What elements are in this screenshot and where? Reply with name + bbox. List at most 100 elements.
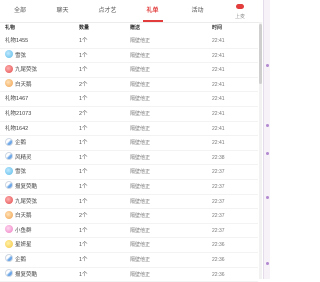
row-gift-name: 风精灵 — [15, 155, 32, 161]
row-gift: 企鹅 — [5, 253, 26, 267]
row-gift-name: 白天鹅 — [15, 213, 32, 219]
table-header: 礼物 数量 赠送 时间 — [0, 22, 258, 34]
row-time: 22:36 — [212, 253, 225, 267]
row-qty: 1个 — [79, 49, 88, 63]
tab-talent[interactable]: 点才艺 — [85, 0, 130, 22]
row-gift-name: 九尾荧弦 — [15, 67, 37, 73]
row-giver[interactable]: 隔壁他正 — [130, 224, 150, 238]
mic-badge-icon — [236, 4, 244, 9]
table-row: 报复荧酷1个隔壁他正22:37 — [0, 180, 258, 195]
row-giver[interactable]: 隔壁他正 — [130, 78, 150, 92]
row-giver[interactable]: 隔壁他正 — [130, 151, 150, 165]
row-giver[interactable]: 隔壁他正 — [130, 180, 150, 194]
row-time: 22:37 — [212, 165, 225, 179]
row-time: 22:41 — [212, 63, 225, 77]
scrollbar[interactable] — [259, 22, 262, 279]
tab-bar: 全部 聊天 点才艺 礼单 活动 上麦 — [0, 0, 262, 23]
stick-gift-icon — [5, 254, 13, 262]
row-time: 22:36 — [212, 238, 225, 252]
side-dot — [266, 196, 269, 199]
row-qty: 2个 — [79, 78, 88, 92]
row-time: 22:41 — [212, 78, 225, 92]
row-gift: 白天鹅 — [5, 209, 32, 223]
row-gift-name: 雪弦 — [15, 53, 26, 59]
side-dot — [266, 64, 269, 67]
row-giver[interactable]: 隔壁他正 — [130, 49, 150, 63]
table-row: 礼物14551个隔壁他正22:41 — [0, 34, 258, 49]
table-row: 雪弦 1个 隔壁他正 22:41 — [0, 49, 258, 64]
row-time: 22:36 — [212, 268, 225, 282]
table-row: 九尾荧弦1个隔壁他正22:41 — [0, 63, 258, 78]
row-time: 22:37 — [212, 209, 225, 223]
row-gift: 礼物21073 — [5, 107, 31, 121]
row-giver[interactable]: 隔壁他正 — [130, 63, 150, 77]
table-row: 星妍星1个隔壁他正22:36 — [0, 238, 258, 253]
row-giver[interactable]: 隔壁他正 — [130, 107, 150, 121]
row-giver[interactable]: 隔壁他正 — [130, 268, 150, 282]
row-gift-name: 报复荧酷 — [15, 184, 37, 190]
table-row: 风精灵 1个 隔壁他正 22:38 — [0, 151, 258, 166]
row-qty: 1个 — [79, 34, 88, 48]
ghost-gift-icon — [5, 50, 13, 58]
row-giver[interactable]: 隔壁他正 — [130, 209, 150, 223]
row-gift: 小鱼群 — [5, 224, 32, 238]
row-gift: 九尾荧弦 — [5, 195, 37, 209]
tab-chat[interactable]: 聊天 — [40, 0, 85, 22]
bag-gift-icon — [5, 79, 13, 87]
tab-all[interactable]: 全部 — [0, 0, 40, 22]
row-giver[interactable]: 隔壁他正 — [130, 92, 150, 106]
tab-mic[interactable]: 上麦 — [220, 0, 260, 22]
wand-gift-icon — [5, 240, 13, 248]
table-row: 九尾荧弦1个隔壁他正22:37 — [0, 195, 258, 210]
row-gift: 九尾荧弦 — [5, 63, 37, 77]
table-row: 企鹅1个隔壁他正22:36 — [0, 253, 258, 268]
table-row: 报复荧酷1个隔壁他正22:36 — [0, 268, 258, 282]
row-gift: 礼物1467 — [5, 92, 28, 106]
row-giver[interactable]: 隔壁他正 — [130, 122, 150, 136]
fish-gift-icon — [5, 225, 13, 233]
bag-gift-icon — [5, 211, 13, 219]
table-row: 雪弦1个隔壁他正22:37 — [0, 165, 258, 180]
row-giver[interactable]: 隔壁他正 — [130, 34, 150, 48]
rose-gift-icon — [5, 196, 13, 204]
side-dot — [266, 124, 269, 127]
row-gift-name: 白天鹅 — [15, 82, 32, 88]
row-qty: 1个 — [79, 136, 88, 150]
table-row: 白天鹅2个隔壁他正22:37 — [0, 209, 258, 224]
row-gift: 报复荧酷 — [5, 268, 37, 282]
table-row: 礼物21073 2个 隔壁他正 22:41 — [0, 107, 258, 122]
row-qty: 1个 — [79, 92, 88, 106]
row-gift-name: 礼物1455 — [5, 38, 28, 44]
tab-activity[interactable]: 活动 — [175, 0, 220, 22]
row-gift-name: 九尾荧弦 — [15, 199, 37, 205]
header-gift: 礼物 — [5, 22, 15, 34]
stick-gift-icon — [5, 152, 13, 160]
side-dot — [266, 262, 269, 265]
row-gift: 礼物1642 — [5, 122, 28, 136]
row-giver[interactable]: 隔壁他正 — [130, 136, 150, 150]
row-giver[interactable]: 隔壁他正 — [130, 195, 150, 209]
row-qty: 1个 — [79, 151, 88, 165]
tab-gift-list[interactable]: 礼单 — [130, 0, 175, 22]
row-qty: 1个 — [79, 195, 88, 209]
row-giver[interactable]: 隔壁他正 — [130, 238, 150, 252]
row-time: 22:38 — [212, 151, 225, 165]
header-qty: 数量 — [79, 22, 89, 34]
scroll-thumb[interactable] — [259, 24, 262, 84]
row-time: 22:37 — [212, 180, 225, 194]
row-giver[interactable]: 隔壁他正 — [130, 253, 150, 267]
row-qty: 1个 — [79, 122, 88, 136]
row-gift-name: 雪弦 — [15, 169, 26, 175]
row-giver[interactable]: 隔壁他正 — [130, 165, 150, 179]
row-time: 22:41 — [212, 49, 225, 63]
tab-mic-label: 上麦 — [220, 14, 260, 20]
table-row: 礼物16421个隔壁他正22:41 — [0, 122, 258, 137]
row-gift-name: 企鹅 — [15, 257, 26, 263]
stick-gift-icon — [5, 181, 13, 189]
row-time: 22:41 — [212, 107, 225, 121]
ghost-gift-icon — [5, 167, 13, 175]
row-gift: 风精灵 — [5, 151, 32, 165]
row-qty: 2个 — [79, 107, 88, 121]
rose-gift-icon — [5, 65, 13, 73]
side-strip — [263, 0, 270, 279]
